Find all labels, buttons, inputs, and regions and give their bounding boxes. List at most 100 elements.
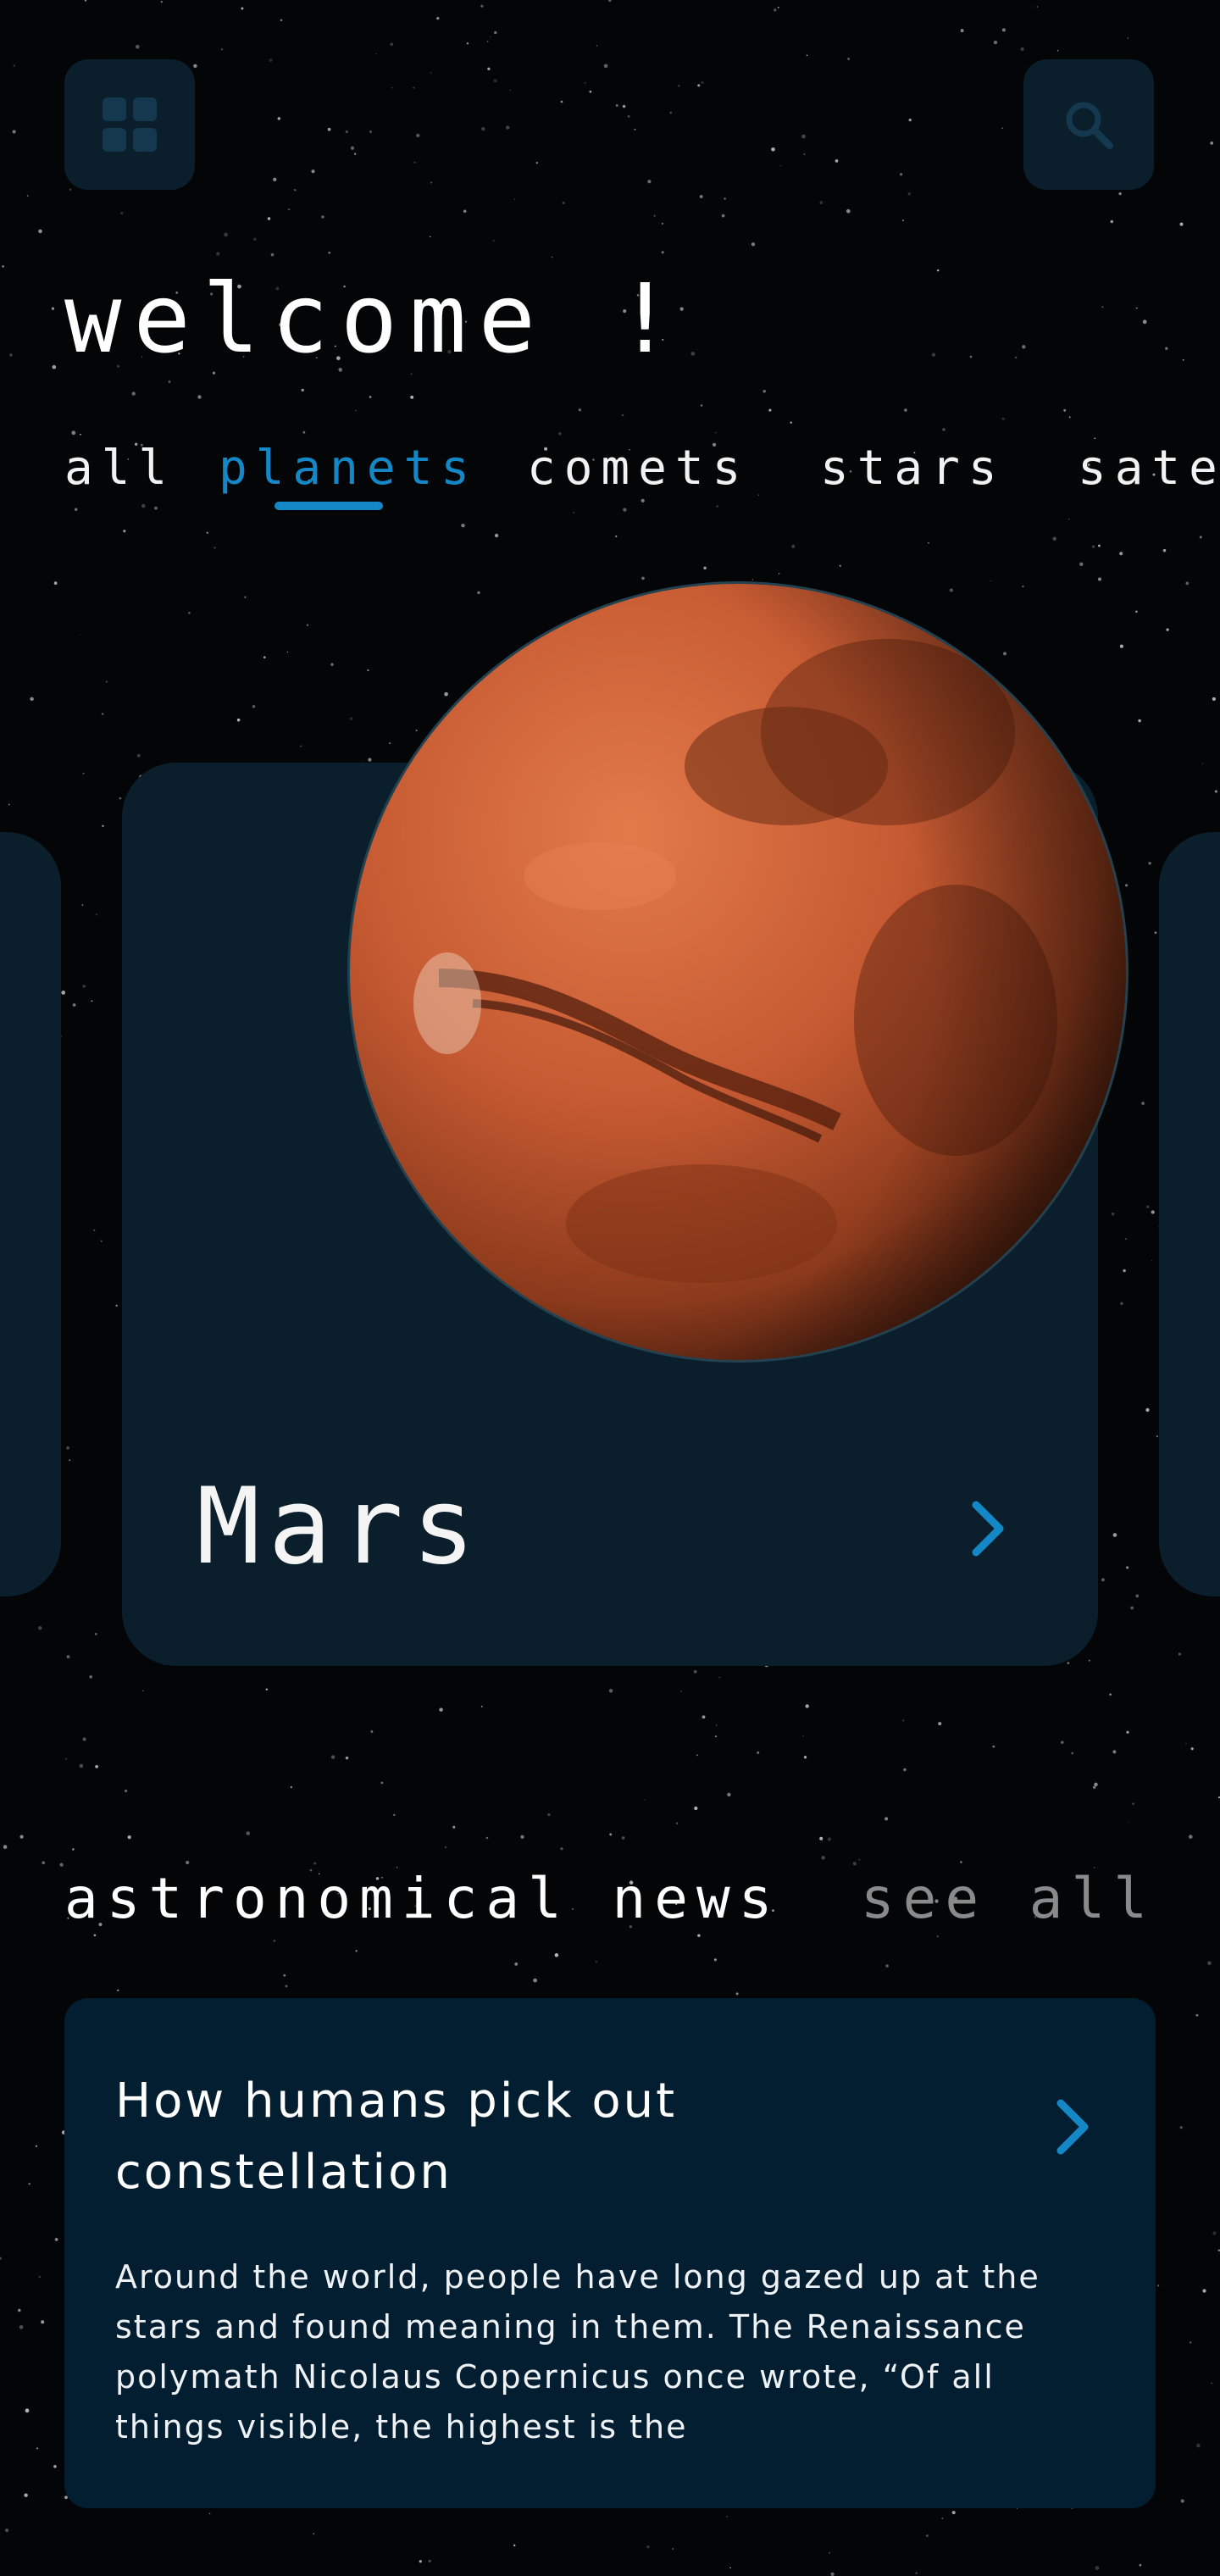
star (0, 2257, 2, 2260)
star (277, 117, 281, 120)
star (1094, 437, 1096, 440)
star (445, 1846, 446, 1848)
star (936, 1935, 939, 1938)
tab-planets[interactable]: planets (219, 441, 478, 496)
star (285, 1985, 288, 1988)
star (1022, 345, 1026, 349)
star (82, 985, 86, 988)
star (136, 753, 141, 758)
star (901, 219, 905, 222)
star (214, 547, 216, 549)
star (236, 718, 241, 722)
carousel-card-next[interactable] (1159, 832, 1220, 1596)
star (135, 44, 140, 49)
star (680, 1690, 682, 1692)
star (771, 147, 775, 152)
see-all-link[interactable]: see all (861, 1866, 1156, 1931)
star (791, 544, 796, 548)
star (554, 1953, 559, 1957)
star (1139, 2563, 1142, 2567)
star (355, 409, 357, 412)
star (370, 1730, 374, 1733)
star (560, 1847, 563, 1851)
star (634, 128, 636, 130)
star (5, 2529, 9, 2533)
star (306, 624, 309, 626)
star (353, 153, 357, 155)
star (506, 125, 510, 130)
star (885, 1964, 889, 1968)
tab-all[interactable]: all (64, 441, 175, 496)
star (931, 353, 936, 357)
star (1182, 359, 1184, 361)
star (345, 1756, 349, 1760)
star (244, 596, 247, 598)
star (608, 1689, 613, 1693)
star (1151, 1259, 1153, 1262)
star (463, 209, 467, 213)
star (1126, 1730, 1129, 1734)
news-card[interactable]: How humans pick out constellation Around… (64, 1998, 1156, 2508)
star (560, 100, 563, 103)
star (1097, 544, 1101, 547)
star (805, 1704, 809, 1708)
star (1118, 192, 1122, 196)
star (1212, 697, 1216, 701)
planet-name: Mars (197, 1466, 484, 1588)
star (1036, 6, 1039, 8)
mars-planet-image (347, 581, 1128, 1363)
carousel-card-previous[interactable] (0, 832, 61, 1596)
star (1195, 2013, 1199, 2017)
search-button[interactable] (1023, 59, 1154, 190)
chevron-right-icon[interactable] (1054, 2098, 1091, 2156)
star (193, 64, 197, 69)
star (1052, 536, 1056, 541)
star (69, 188, 72, 191)
star (330, 663, 334, 666)
star (718, 1676, 720, 1679)
star (9, 353, 13, 357)
star (313, 1862, 317, 1865)
chevron-right-icon[interactable] (969, 1500, 1006, 1557)
active-tab-indicator (274, 502, 383, 510)
star (72, 1848, 75, 1851)
menu-button[interactable] (64, 59, 195, 190)
star (942, 428, 946, 431)
star (1156, 1435, 1158, 1437)
tab-stars[interactable]: stars (820, 441, 1006, 496)
star (93, 1934, 97, 1937)
search-icon (1066, 102, 1113, 149)
star (904, 408, 907, 412)
star (703, 566, 707, 570)
star (644, 1799, 646, 1802)
star (429, 236, 431, 238)
star (84, 0, 87, 2)
star (494, 533, 499, 538)
tab-comets[interactable]: comets (527, 441, 749, 496)
star (1112, 1750, 1117, 1754)
star (494, 31, 497, 35)
star (902, 1719, 905, 1722)
star (803, 153, 806, 155)
star (186, 1860, 190, 1865)
star (8, 803, 10, 806)
star (428, 2559, 431, 2562)
star (253, 237, 257, 242)
star (899, 173, 903, 176)
star (589, 90, 592, 93)
star (1092, 1785, 1096, 1790)
tab-satellites[interactable]: satel (1078, 441, 1220, 496)
star (822, 1840, 824, 1842)
star (436, 16, 440, 20)
star (80, 433, 81, 436)
star (28, 2183, 30, 2185)
star (131, 391, 136, 396)
star (369, 396, 372, 398)
star (288, 208, 291, 211)
star (1185, 581, 1190, 586)
star (350, 146, 355, 150)
star (38, 2275, 42, 2279)
star (413, 161, 416, 164)
star (936, 269, 940, 272)
star (693, 1669, 697, 1674)
